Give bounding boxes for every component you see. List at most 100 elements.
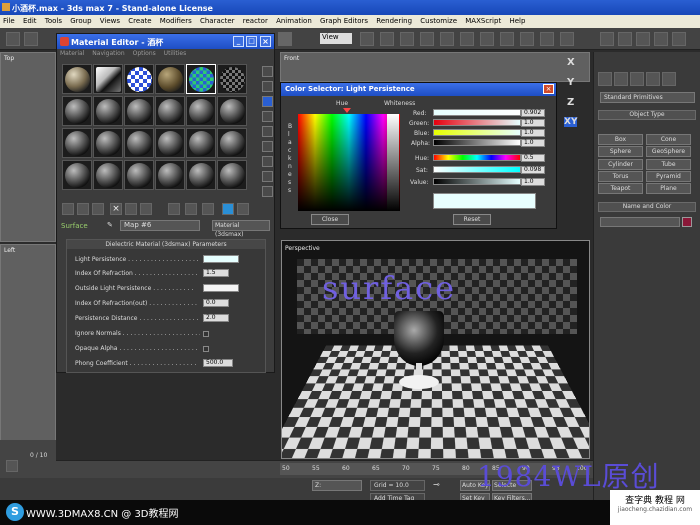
sample-slot[interactable] [217,128,247,158]
video-color-check-icon[interactable] [262,126,273,137]
sample-slot[interactable] [62,64,92,94]
options-icon[interactable] [262,156,273,167]
axis-z-button[interactable]: Z [567,97,574,108]
box-button[interactable]: Box [598,134,643,145]
me-menu-navigation[interactable]: Navigation [92,50,124,57]
geometry-icon[interactable] [598,72,612,86]
command-modify-icon[interactable] [618,32,632,46]
green-slider[interactable] [433,119,521,126]
sample-slot[interactable] [93,160,123,190]
alpha-slider[interactable] [433,139,521,146]
axis-xy-button[interactable]: XY [564,117,578,127]
value-value[interactable]: 1.0 [521,178,545,186]
me-menu-options[interactable]: Options [133,50,156,57]
cone-button[interactable]: Cone [646,134,691,145]
me-menu-material[interactable]: Material [60,50,84,57]
persistence-distance-field[interactable]: 2.0 [203,314,229,322]
sample-slot[interactable] [155,96,185,126]
name-color-rollout[interactable]: Name and Color [598,202,696,212]
material-editor-minimize[interactable]: _ [233,36,244,47]
opaque-alpha-checkbox[interactable] [203,346,209,352]
tube-button[interactable]: Tube [646,159,691,170]
pick-material-icon[interactable]: ✎ [107,221,115,229]
material-id-icon[interactable] [168,203,180,215]
menu-character[interactable]: Character [197,15,238,25]
menu-maxscript[interactable]: MAXScript [462,15,504,25]
render-scene-icon[interactable] [540,32,554,46]
layer-icon[interactable] [460,32,474,46]
whiteness-slider[interactable] [387,114,399,211]
sat-slider[interactable] [433,166,521,173]
blue-value[interactable]: 1.0 [521,129,545,137]
viewport-top[interactable]: Top [0,52,56,242]
sample-slot[interactable] [124,64,154,94]
sample-slot[interactable] [124,160,154,190]
command-utilities-icon[interactable] [672,32,686,46]
sample-uv-tiling-icon[interactable] [262,111,273,122]
curve-editor-icon[interactable] [480,32,494,46]
ior-out-field[interactable]: 0.0 [203,299,229,307]
map-name-dropdown[interactable]: Map #6 [120,220,200,231]
hue-value[interactable]: 0.5 [521,154,545,162]
geosphere-button[interactable]: GeoSphere [646,146,691,157]
red-value[interactable]: 0.902 [521,109,545,117]
reset-button[interactable]: Reset [453,214,491,225]
menu-reactor[interactable]: reactor [240,15,271,25]
view-dropdown[interactable]: View [320,33,352,44]
axis-y-button[interactable]: Y [567,77,574,88]
outside-light-swatch[interactable] [203,284,239,292]
make-preview-icon[interactable] [262,141,273,152]
sample-slot[interactable] [186,96,216,126]
go-to-parent-icon[interactable] [222,203,234,215]
rotate-icon[interactable] [380,32,394,46]
material-editor-icon[interactable] [520,32,534,46]
menu-create[interactable]: Create [125,15,154,25]
teapot-button[interactable]: Teapot [598,183,643,194]
object-name-field[interactable] [600,217,680,227]
go-forward-sibling-icon[interactable] [237,203,249,215]
quick-render-icon[interactable] [560,32,574,46]
cylinder-button[interactable]: Cylinder [598,159,643,170]
undo-icon[interactable] [6,32,20,46]
sample-slot[interactable] [62,128,92,158]
reset-map-icon[interactable]: × [110,203,122,215]
menu-views[interactable]: Views [97,15,123,25]
object-type-rollout[interactable]: Object Type [598,110,696,120]
menu-help[interactable]: Help [506,15,528,25]
max-script-listener-icon[interactable] [6,460,18,472]
menu-graph-editors[interactable]: Graph Editors [317,15,371,25]
menu-rendering[interactable]: Rendering [373,15,415,25]
show-end-result-icon[interactable] [202,203,214,215]
mirror-icon[interactable] [420,32,434,46]
wine-glass-bowl[interactable] [394,311,444,366]
viewport-left[interactable]: Left [0,244,56,444]
sample-slot[interactable] [217,160,247,190]
sample-slot[interactable] [155,64,185,94]
pyramid-button[interactable]: Pyramid [646,171,691,182]
backlight-icon[interactable] [262,81,273,92]
key-icon[interactable]: ⊸ [433,481,451,490]
command-motion-icon[interactable] [654,32,668,46]
get-material-icon[interactable] [62,203,74,215]
menu-tools[interactable]: Tools [42,15,65,25]
material-editor-maximize[interactable]: □ [246,36,257,47]
alpha-value[interactable]: 1.0 [521,139,545,147]
sample-type-icon[interactable] [262,66,273,77]
menu-modifiers[interactable]: Modifiers [157,15,195,25]
value-slider[interactable] [433,178,521,185]
sample-slot[interactable] [155,160,185,190]
sample-slot-active[interactable] [186,64,216,94]
menu-group[interactable]: Group [67,15,94,25]
phong-coefficient-field[interactable]: 500.0 [203,359,233,367]
redo-icon[interactable] [24,32,38,46]
z-coordinate-field[interactable]: Z: [312,480,362,491]
helpers-icon[interactable] [662,72,676,86]
move-icon[interactable] [360,32,374,46]
menu-edit[interactable]: Edit [20,15,40,25]
plane-button[interactable]: Plane [646,183,691,194]
command-create-icon[interactable] [600,32,614,46]
hue-blackness-picker[interactable] [298,114,400,211]
blue-slider[interactable] [433,129,521,136]
cameras-icon[interactable] [646,72,660,86]
command-hierarchy-icon[interactable] [636,32,650,46]
